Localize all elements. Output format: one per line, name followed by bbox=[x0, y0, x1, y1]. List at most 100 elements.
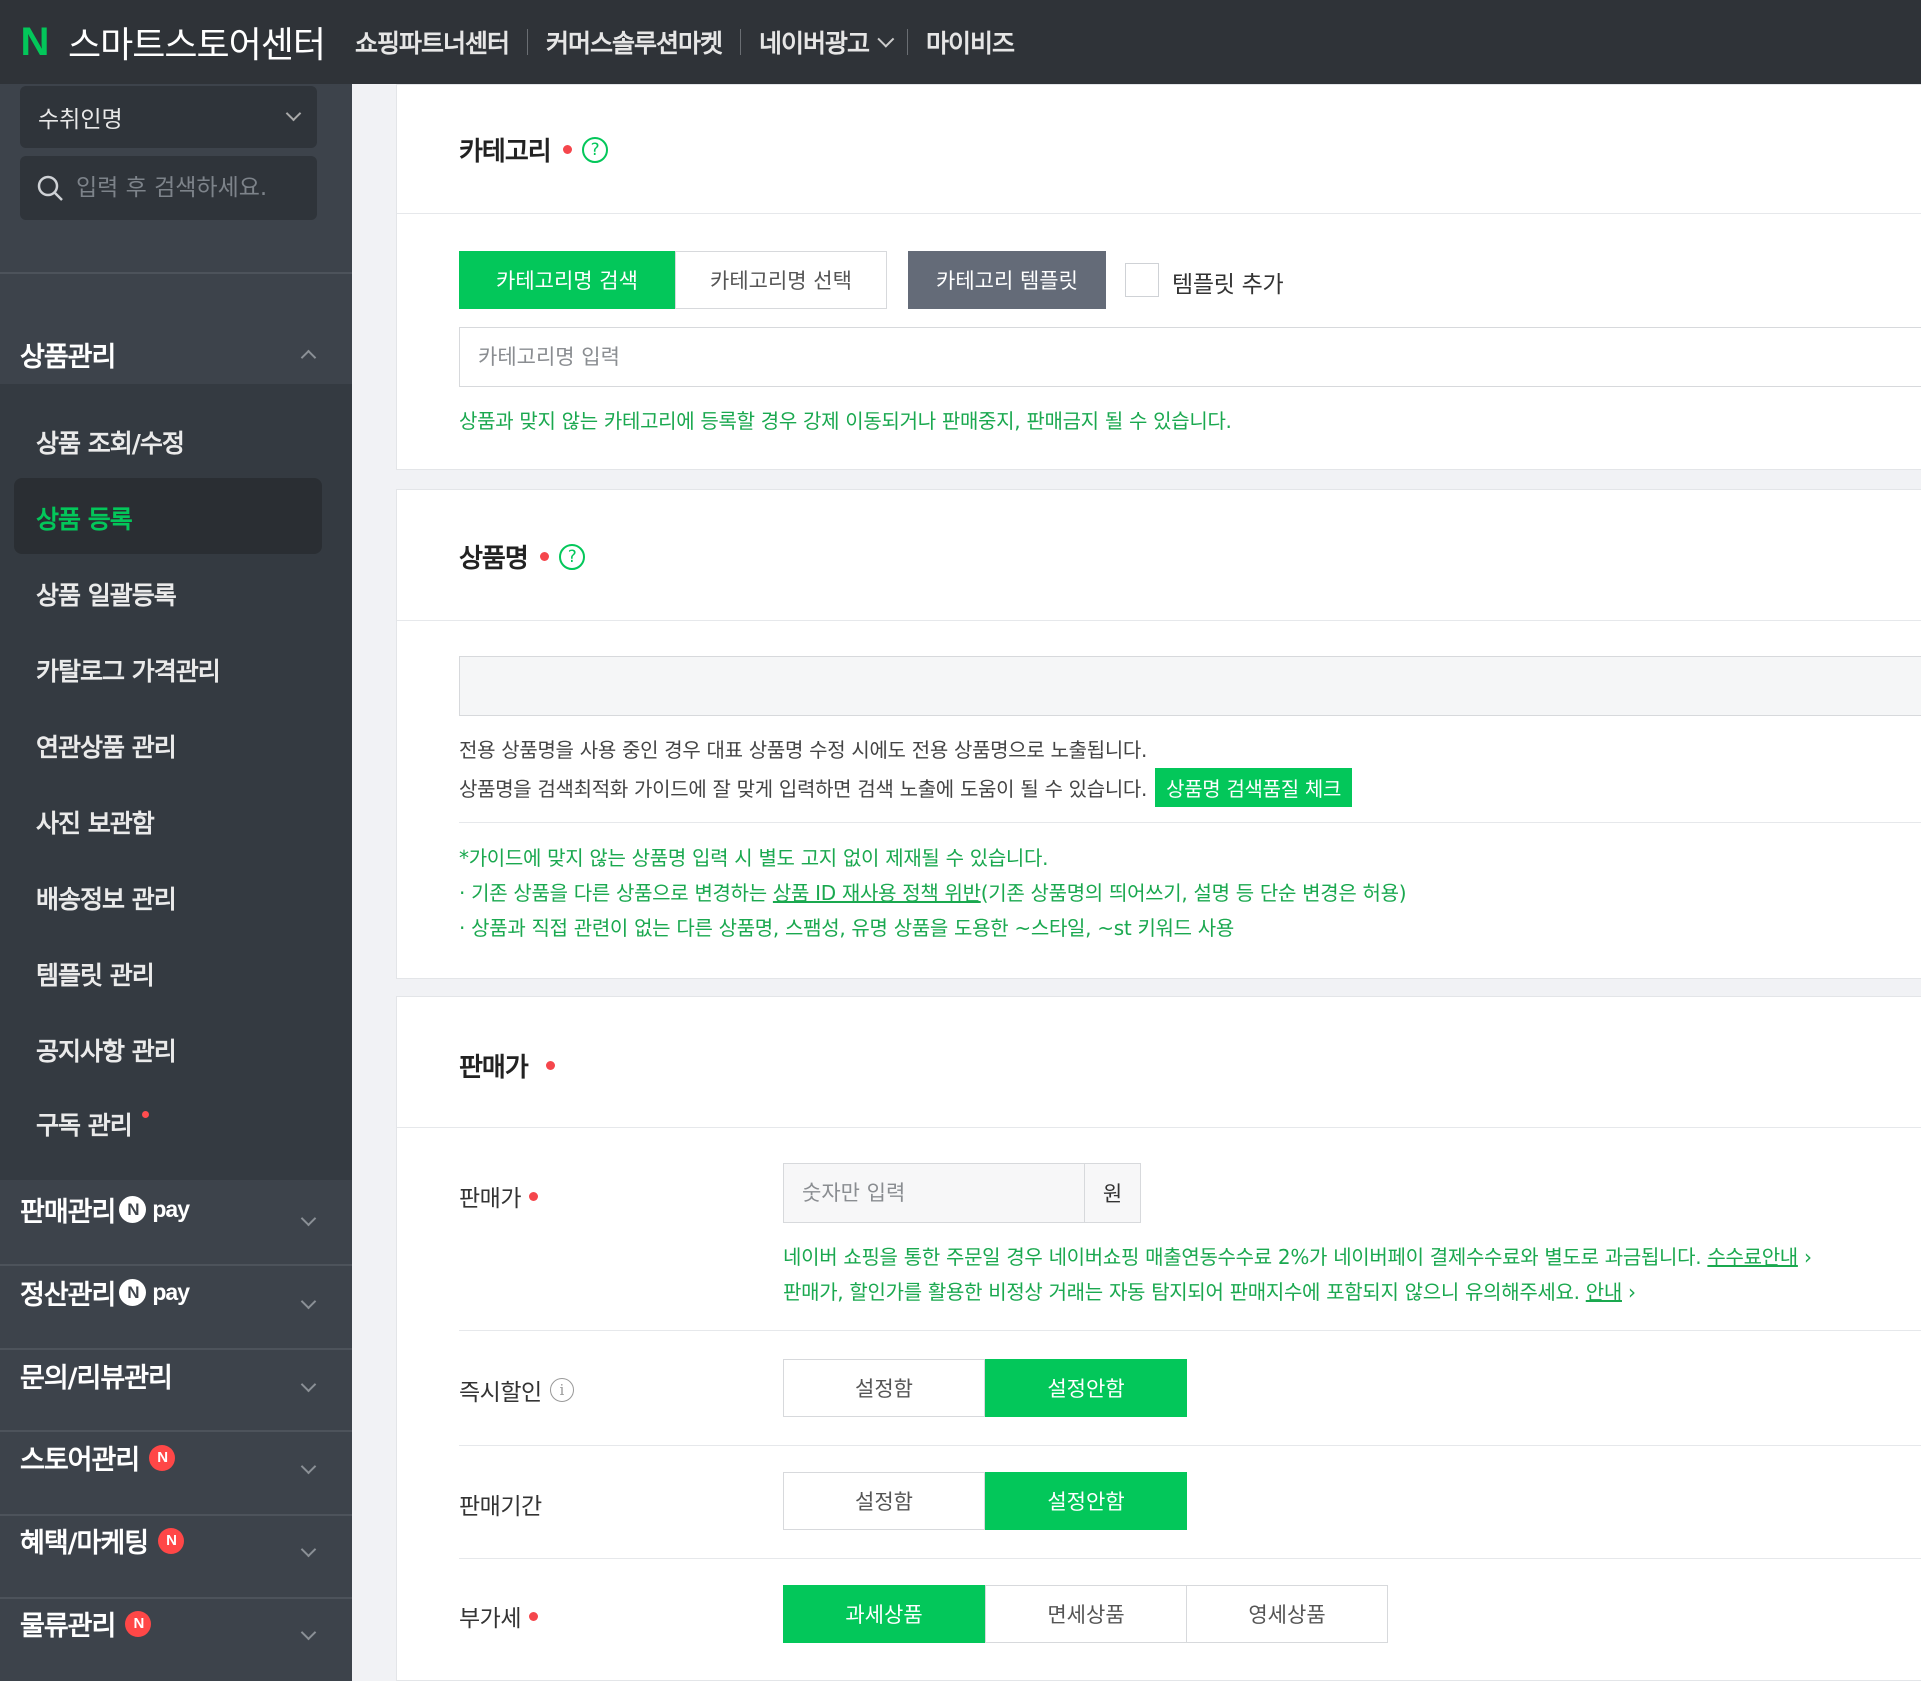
category-notice: 상품과 맞지 않는 카테고리에 등록할 경우 강제 이동되거나 판매중지, 판매… bbox=[459, 409, 1232, 433]
sidebar-group-product-label: 상품관리 bbox=[20, 341, 116, 373]
product-name-heading: 상품명 ? bbox=[459, 538, 585, 575]
sidebar-group-store-label: 스토어관리 bbox=[20, 1445, 140, 1476]
price-label: 판매가 bbox=[459, 1186, 521, 1212]
search-icon bbox=[37, 175, 63, 201]
required-dot bbox=[545, 1061, 555, 1070]
nav-commerce-solution[interactable]: 커머스솔루션마켓 bbox=[546, 24, 723, 60]
category-name-input[interactable] bbox=[459, 327, 1921, 387]
sidebar-group-sales-label: 판매관리 bbox=[20, 1197, 116, 1228]
inner-divider bbox=[459, 1445, 1921, 1446]
top-navigation-bar: N 스마트스토어센터 쇼핑파트너센터 커머스솔루션마켓 네이버광고 마이비즈 bbox=[0, 0, 1921, 84]
sidebar-item-product-register[interactable]: 상품 등록 bbox=[36, 500, 133, 536]
sidebar-item-shipping-info[interactable]: 배송정보 관리 bbox=[36, 880, 177, 916]
nav-shopping-partner[interactable]: 쇼핑파트너센터 bbox=[355, 24, 510, 60]
help-icon[interactable]: ? bbox=[558, 543, 585, 570]
price-input[interactable] bbox=[783, 1163, 1085, 1223]
required-dot bbox=[528, 1191, 538, 1201]
sidebar-divider bbox=[0, 1597, 352, 1599]
id-reuse-policy-link[interactable]: 상품 ID 재사용 정책 위반 bbox=[773, 881, 981, 905]
guide-line-1: *가이드에 맞지 않는 상품명 입력 시 별도 고지 없이 제재될 수 있습니다… bbox=[459, 846, 1049, 870]
price-panel: 판매가 판매가 원 네이버 쇼핑을 통한 주문일 경우 네이버쇼핑 매출연동수수… bbox=[396, 996, 1921, 1681]
required-dot bbox=[539, 552, 549, 561]
vat-taxable-option[interactable]: 과세상품 bbox=[783, 1585, 985, 1643]
info-icon[interactable]: i bbox=[549, 1378, 574, 1402]
vat-exempt-option[interactable]: 면세상품 bbox=[985, 1585, 1187, 1643]
new-badge-icon: N bbox=[125, 1610, 152, 1637]
nav-mybiz[interactable]: 마이비즈 bbox=[926, 24, 1015, 60]
sidebar-search-input[interactable] bbox=[76, 175, 306, 201]
sidebar-item-product-edit[interactable]: 상품 조회/수정 bbox=[36, 424, 185, 460]
discount-field-label: 즉시할인 i bbox=[459, 1373, 574, 1407]
price-notice-2-text: 판매가, 할인가를 활용한 비정상 거래는 자동 탐지되어 판매지수에 포함되지… bbox=[783, 1280, 1580, 1304]
guide-line-2: · 기존 상품을 다른 상품으로 변경하는 상품 ID 재사용 정책 위반(기존… bbox=[459, 877, 1407, 906]
price-heading: 판매가 bbox=[459, 1047, 555, 1084]
template-add-checkbox[interactable] bbox=[1125, 263, 1159, 297]
sidebar-group-logistics[interactable]: 물류관리 N bbox=[20, 1604, 152, 1643]
category-search-tab[interactable]: 카테고리명 검색 bbox=[459, 251, 675, 309]
price-title: 판매가 bbox=[459, 1053, 529, 1083]
sidebar-group-settlement-label: 정산관리 bbox=[20, 1280, 116, 1311]
naver-pay-n-icon: N bbox=[119, 1196, 147, 1223]
chevron-down-icon bbox=[300, 1458, 317, 1475]
price-notice-1: 네이버 쇼핑을 통한 주문일 경우 네이버쇼핑 매출연동수수료 2%가 네이버페… bbox=[783, 1241, 1812, 1270]
product-name-info-2-row: 상품명을 검색최적화 가이드에 잘 맞게 입력하면 검색 노출에 도움이 될 수… bbox=[459, 768, 1353, 807]
discount-off-option[interactable]: 설정안함 bbox=[985, 1359, 1187, 1417]
sidebar-item-notices[interactable]: 공지사항 관리 bbox=[36, 1032, 177, 1068]
discount-on-option[interactable]: 설정함 bbox=[783, 1359, 985, 1417]
product-name-input[interactable] bbox=[459, 656, 1921, 716]
sidebar-group-store[interactable]: 스토어관리 N bbox=[20, 1438, 176, 1477]
search-type-select[interactable]: 수취인명 bbox=[20, 86, 317, 148]
sidebar-group-product[interactable]: 상품관리 bbox=[20, 324, 116, 384]
product-name-panel: 상품명 ? 전용 상품명을 사용 중인 경우 대표 상품명 수정 시에도 전용 … bbox=[396, 489, 1921, 979]
sidebar-group-logistics-label: 물류관리 bbox=[20, 1611, 116, 1642]
name-quality-check-button[interactable]: 상품명 검색품질 체크 bbox=[1155, 768, 1353, 807]
category-template-button[interactable]: 카테고리 템플릿 bbox=[908, 251, 1106, 309]
sidebar-item-photo-storage[interactable]: 사진 보관함 bbox=[36, 804, 155, 840]
sidebar-item-related-products[interactable]: 연관상품 관리 bbox=[36, 728, 177, 764]
vat-label: 부가세 bbox=[459, 1606, 521, 1632]
chevron-down-icon bbox=[877, 30, 895, 48]
sidebar-item-bulk-register[interactable]: 상품 일괄등록 bbox=[36, 576, 177, 612]
period-off-option[interactable]: 설정안함 bbox=[985, 1472, 1187, 1530]
inner-divider bbox=[459, 1330, 1921, 1331]
arrow-icon: › bbox=[1803, 1245, 1812, 1269]
naver-logo[interactable]: N bbox=[18, 20, 52, 64]
currency-unit: 원 bbox=[1085, 1163, 1141, 1223]
template-add-label: 템플릿 추가 bbox=[1172, 272, 1284, 298]
category-heading: 카테고리 ? bbox=[459, 131, 608, 168]
sidebar-group-settlement[interactable]: 정산관리 Npay bbox=[20, 1273, 190, 1312]
brand-title[interactable]: 스마트스토어센터 bbox=[68, 16, 326, 68]
sidebar-group-inquiry[interactable]: 문의/리뷰관리 bbox=[20, 1356, 173, 1395]
sidebar-search bbox=[20, 156, 317, 220]
sidebar-item-catalog-price[interactable]: 카탈로그 가격관리 bbox=[36, 652, 221, 688]
top-nav-links: 쇼핑파트너센터 커머스솔루션마켓 네이버광고 마이비즈 bbox=[355, 24, 1015, 60]
product-name-info-2: 상품명을 검색최적화 가이드에 잘 맞게 입력하면 검색 노출에 도움이 될 수… bbox=[459, 777, 1148, 801]
sidebar-item-subscription-label: 구독 관리 bbox=[36, 1111, 133, 1140]
sidebar-group-marketing[interactable]: 혜택/마케팅 N bbox=[20, 1521, 185, 1560]
fee-info-link[interactable]: 수수료안내 bbox=[1707, 1245, 1798, 1269]
sidebar-item-subscription[interactable]: 구독 관리 bbox=[36, 1106, 149, 1142]
category-select-tab[interactable]: 카테고리명 선택 bbox=[675, 251, 887, 309]
price-notice-2: 판매가, 할인가를 활용한 비정상 거래는 자동 탐지되어 판매지수에 포함되지… bbox=[783, 1276, 1636, 1305]
guide-link[interactable]: 안내 bbox=[1586, 1280, 1623, 1304]
naver-pay-label: pay bbox=[152, 1279, 190, 1305]
sidebar-item-templates[interactable]: 템플릿 관리 bbox=[36, 956, 155, 992]
product-name-info-1: 전용 상품명을 사용 중인 경우 대표 상품명 수정 시에도 전용 상품명으로 … bbox=[459, 738, 1148, 762]
new-badge-icon: N bbox=[158, 1527, 185, 1554]
chevron-down-icon bbox=[300, 1376, 317, 1393]
sidebar-group-sales[interactable]: 판매관리 Npay bbox=[20, 1190, 190, 1229]
panel-divider bbox=[397, 1127, 1921, 1128]
vat-zero-rated-option[interactable]: 영세상품 bbox=[1186, 1585, 1388, 1643]
period-on-option[interactable]: 설정함 bbox=[783, 1472, 985, 1530]
chevron-down-icon bbox=[300, 1541, 317, 1558]
inner-divider bbox=[459, 1558, 1921, 1559]
help-icon[interactable]: ? bbox=[581, 136, 608, 163]
product-submenu: 상품 조회/수정 상품 등록 상품 일괄등록 카탈로그 가격관리 연관상품 관리… bbox=[0, 384, 352, 1180]
sidebar-divider bbox=[0, 1430, 352, 1432]
product-name-title: 상품명 bbox=[459, 544, 529, 574]
nav-naver-ads-label: 네이버광고 bbox=[759, 29, 870, 58]
guide-line-3: · 상품과 직접 관련이 없는 다른 상품명, 스팸성, 유명 상품을 도용한 … bbox=[459, 916, 1235, 940]
nav-divider bbox=[907, 29, 909, 55]
period-label: 판매기간 bbox=[459, 1494, 542, 1520]
nav-naver-ads[interactable]: 네이버광고 bbox=[759, 24, 895, 60]
